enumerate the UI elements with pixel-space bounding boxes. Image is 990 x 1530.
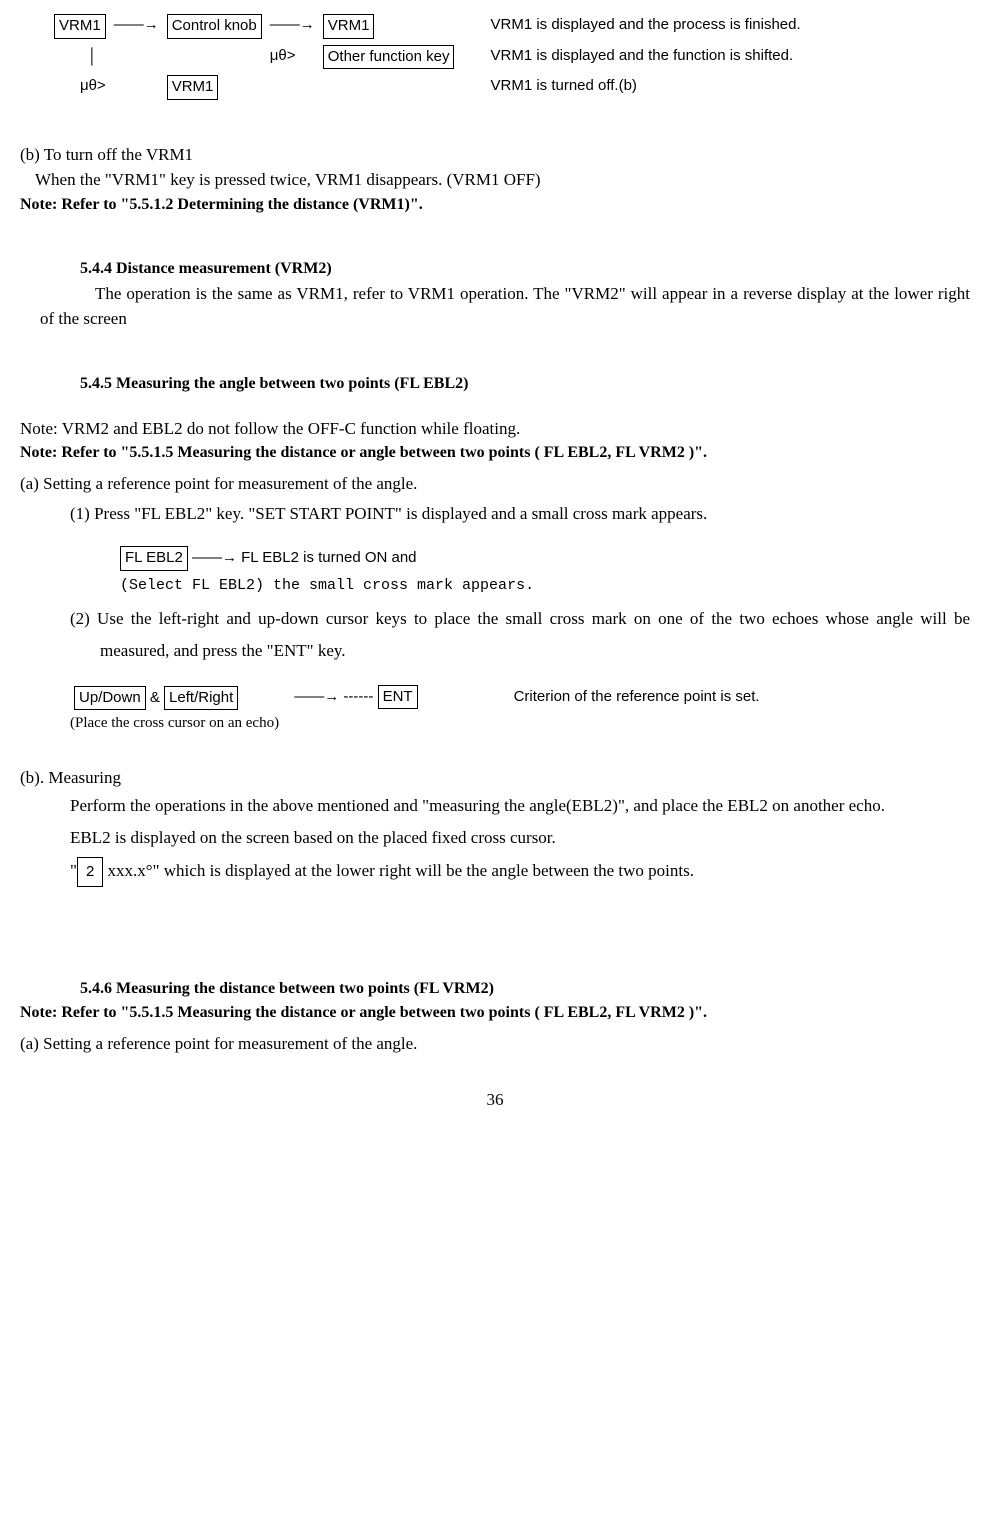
flow-a1: FL EBL2 ——→ FL EBL2 is turned ON and (Se… <box>120 546 970 597</box>
updown-key: Up/Down <box>74 686 146 711</box>
flow-a2-caption: (Place the cross cursor on an echo) <box>70 712 970 735</box>
flow-a2: Up/Down & Left/Right ——→ ------ ENT Crit… <box>70 682 970 735</box>
vrm1-key-3: VRM1 <box>167 75 219 100</box>
step-a1: (1) Press "FL EBL2" key. "SET START POIN… <box>70 501 970 527</box>
section-b-measuring: (b). Measuring <box>20 765 970 791</box>
pipe: │ <box>88 48 97 65</box>
flow-desc-2: VRM1 is displayed and the function is sh… <box>486 41 804 72</box>
flow-a2-desc: Criterion of the reference point is set. <box>510 682 764 713</box>
heading-545: 5.4.5 Measuring the angle between two po… <box>80 372 970 396</box>
section-b-title: (b) To turn off the VRM1 <box>20 142 970 168</box>
mu-theta: μθ> <box>266 41 319 72</box>
note-1: Note: Refer to "5.5.1.2 Determining the … <box>20 193 970 217</box>
mu-theta-2: μθ> <box>50 71 110 102</box>
step-a: (a) Setting a reference point for measur… <box>20 471 970 497</box>
step-546-a: (a) Setting a reference point for measur… <box>20 1031 970 1057</box>
control-knob-key: Control knob <box>167 14 262 39</box>
b-line-3: "2 xxx.x°" which is displayed at the low… <box>70 855 970 888</box>
section-b-line: When the "VRM1" key is pressed twice, VR… <box>35 167 970 193</box>
heading-546: 5.4.6 Measuring the distance between two… <box>80 977 970 1001</box>
note-545: Note: VRM2 and EBL2 do not follow the OF… <box>20 416 970 442</box>
arrow: ——→ <box>266 10 319 41</box>
step-a2: (2) Use the left-right and up-down curso… <box>100 603 970 668</box>
vrm1-key-2: VRM1 <box>323 14 375 39</box>
vrm1-key: VRM1 <box>54 14 106 39</box>
page-number: 36 <box>20 1087 970 1113</box>
flow-a1-sub: (Select FL EBL2) the small cross mark ap… <box>120 575 970 598</box>
flow-desc-3: VRM1 is turned off.(b) <box>486 71 804 102</box>
arrow-dashes: ——→ ------ <box>294 688 377 705</box>
flow-desc-1: VRM1 is displayed and the process is fin… <box>486 10 804 41</box>
ent-key: ENT <box>378 685 418 710</box>
arrow: ——→ <box>110 10 163 41</box>
flow-a1-text: ——→ FL EBL2 is turned ON and <box>188 549 417 566</box>
note-3: Note: Refer to "5.5.1.5 Measuring the di… <box>78 1001 970 1025</box>
other-function-key: Other function key <box>323 45 455 70</box>
leftright-key: Left/Right <box>164 686 238 711</box>
heading-544: 5.4.4 Distance measurement (VRM2) <box>80 257 970 281</box>
fl-ebl2-key: FL EBL2 <box>120 546 188 571</box>
flow-diagram: VRM1 ——→ Control knob ——→ VRM1 VRM1 is d… <box>50 10 970 102</box>
note-2: Note: Refer to "5.5.1.5 Measuring the di… <box>78 441 970 465</box>
b-line-1: Perform the operations in the above ment… <box>70 790 970 822</box>
amp: & <box>146 689 164 706</box>
b-line-2: EBL2 is displayed on the screen based on… <box>70 822 970 854</box>
boxed-2: 2 <box>77 857 103 888</box>
body-544: The operation is the same as VRM1, refer… <box>40 281 970 332</box>
